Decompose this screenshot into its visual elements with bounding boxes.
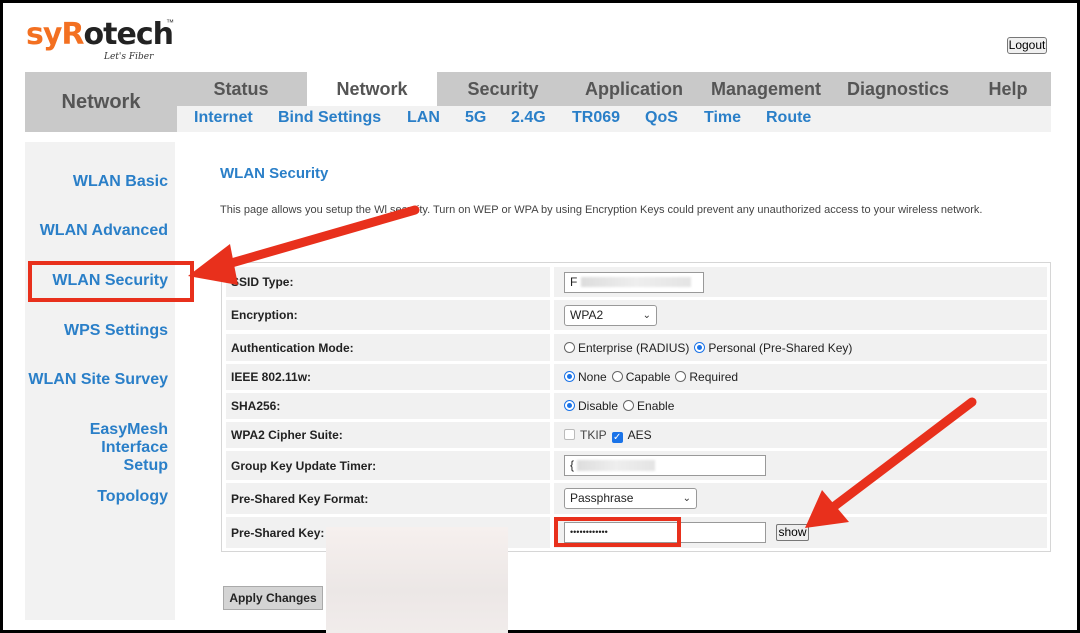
auth-enterprise-radio[interactable]: Enterprise (RADIUS) [564,341,689,355]
page-title: WLAN Security [220,165,329,182]
subtab-tr069[interactable]: TR069 [572,109,620,127]
auth-mode-row: Authentication Mode: Enterprise (RADIUS)… [226,334,1047,361]
redaction-overlay [326,527,508,633]
subtab-internet[interactable]: Internet [194,109,253,127]
ieee-80211w-label: IEEE 802.11w: [226,364,550,390]
ieee-required-radio[interactable]: Required [675,370,738,384]
psk-format-label: Pre-Shared Key Format: [226,483,550,514]
sha256-row: SHA256: Disable Enable [226,393,1047,419]
encryption-row: Encryption: WPA2 ⌄ [226,300,1047,330]
subtab-time[interactable]: Time [704,109,741,127]
sidebar-item-wlan-advanced[interactable]: WLAN Advanced [40,222,168,240]
tab-network[interactable]: Network [307,72,437,106]
highlight-box-psk [554,517,681,547]
sidebar-item-wlan-site-survey[interactable]: WLAN Site Survey [28,371,168,389]
chevron-down-icon: ⌄ [682,493,691,504]
apply-changes-button[interactable]: Apply Changes [223,586,323,610]
show-password-button[interactable]: show [776,524,809,541]
tab-help[interactable]: Help [965,72,1051,106]
auth-personal-radio[interactable]: Personal (Pre-Shared Key) [694,341,852,355]
cipher-suite-label: WPA2 Cipher Suite: [226,422,550,448]
cipher-suite-row: WPA2 Cipher Suite: TKIP ✓ AES [226,422,1047,448]
subtab-2-4g[interactable]: 2.4G [511,109,546,127]
aes-checkbox[interactable]: ✓ AES [611,428,652,443]
psk-format-select[interactable]: Passphrase ⌄ [564,488,697,509]
ssid-type-row: SSID Type: F [226,267,1047,297]
psk-format-row: Pre-Shared Key Format: Passphrase ⌄ [226,483,1047,514]
sha256-disable-radio[interactable]: Disable [564,399,618,413]
chevron-down-icon: ⌄ [642,309,651,321]
sidebar-item-wps-settings[interactable]: WPS Settings [64,322,168,340]
highlight-box-sidebar [28,261,194,302]
group-key-timer-input[interactable]: { [564,455,766,476]
sub-tabs: Internet Bind Settings LAN 5G 2.4G TR069… [177,106,1051,132]
sha256-enable-radio[interactable]: Enable [623,399,674,413]
ieee-capable-radio[interactable]: Capable [611,370,670,384]
group-key-row: Group Key Update Timer: { [226,451,1047,480]
ssid-type-field[interactable]: F [564,271,704,293]
sidebar-item-easymesh-setup[interactable]: EasyMesh Interface Setup [25,421,168,475]
sidebar-item-topology[interactable]: Topology [97,488,168,506]
page-description: This page allows you setup the Wl securi… [220,204,983,216]
sidebar: WLAN Basic WLAN Advanced WLAN Security W… [25,142,175,620]
subtab-bind-settings[interactable]: Bind Settings [278,109,381,127]
auth-mode-label: Authentication Mode: [226,334,550,361]
encryption-label: Encryption: [226,300,550,330]
group-key-label: Group Key Update Timer: [226,451,550,480]
ieee-80211w-row: IEEE 802.11w: None Capable Required [226,364,1047,390]
logout-button[interactable]: Logout [1007,37,1047,54]
tkip-checkbox[interactable]: TKIP [564,428,607,442]
subtab-5g[interactable]: 5G [465,109,486,127]
tab-application[interactable]: Application [569,72,699,106]
tab-diagnostics[interactable]: Diagnostics [833,72,963,106]
sha256-label: SHA256: [226,393,550,419]
syrotech-logo: syRotech ™ Let's Fiber [26,17,174,63]
tab-management[interactable]: Management [701,72,831,106]
sidebar-item-wlan-basic[interactable]: WLAN Basic [73,173,168,191]
subtab-qos[interactable]: QoS [645,109,678,127]
section-title: Network [25,72,177,132]
wlan-security-form: SSID Type: F Encryption: WPA2 ⌄ Authentic… [221,262,1051,552]
ieee-none-radio[interactable]: None [564,370,607,384]
ssid-type-label: SSID Type: [226,267,550,297]
tab-security[interactable]: Security [439,72,567,106]
tab-status[interactable]: Status [177,72,305,106]
main-tabs: Status Network Security Application Mana… [177,72,1051,106]
encryption-select[interactable]: WPA2 ⌄ [564,304,657,326]
top-navigation: Network Status Network Security Applicat… [25,72,1051,132]
subtab-route[interactable]: Route [766,109,811,127]
subtab-lan[interactable]: LAN [407,109,440,127]
